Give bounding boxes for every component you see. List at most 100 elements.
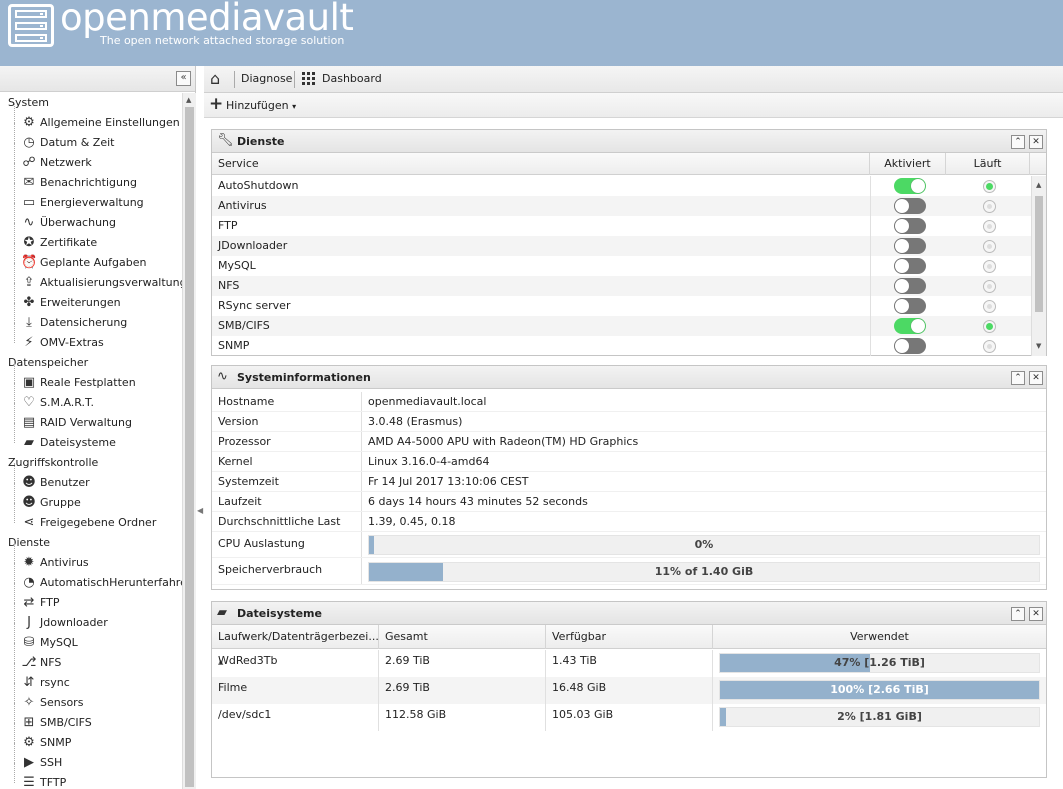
add-widget-button[interactable]: + Hinzufügen ▾ bbox=[208, 96, 296, 114]
sidebar-item[interactable]: ☍ Netzwerk bbox=[0, 143, 182, 173]
network-icon: ☍ bbox=[22, 155, 36, 170]
services-scrollbar[interactable]: ▲ ▼ bbox=[1031, 176, 1046, 356]
collapse-panel-icon[interactable]: ⌃ bbox=[1011, 135, 1025, 149]
enabled-toggle[interactable] bbox=[894, 218, 926, 234]
sidebar-item[interactable]: ▣ Reale Festplatten bbox=[0, 363, 182, 393]
service-row[interactable]: FTP bbox=[212, 216, 1031, 236]
sidebar-item[interactable]: J Jdownloader bbox=[0, 603, 182, 633]
collapse-panel-icon[interactable]: ⌃ bbox=[1011, 371, 1025, 385]
column-device-label: Laufwerk/Datenträgerbezei... bbox=[218, 630, 379, 643]
column-total[interactable]: Gesamt bbox=[379, 625, 546, 649]
sidebar-item[interactable]: ▰ Dateisysteme bbox=[0, 423, 182, 453]
sidebar-scrollbar[interactable]: ▲ bbox=[182, 93, 196, 789]
column-available[interactable]: Verfügbar bbox=[546, 625, 713, 649]
sidebar-item-label: rsync bbox=[40, 676, 70, 689]
sidebar-item[interactable]: ▤ RAID Verwaltung bbox=[0, 403, 182, 433]
sidebar-item[interactable]: ⊞ SMB/CIFS bbox=[0, 703, 182, 733]
service-row[interactable]: JDownloader bbox=[212, 236, 1031, 256]
filesystem-row[interactable]: WdRed3Tb 2.69 TiB 1.43 TiB 47% [1.26 TiB] bbox=[212, 650, 1046, 677]
sidebar-item[interactable]: ⤓ Datensicherung bbox=[0, 303, 182, 333]
nav-group-2[interactable]: Zugriffskontrolle bbox=[0, 453, 182, 473]
service-row[interactable]: RSync server bbox=[212, 296, 1031, 316]
collapse-panel-icon[interactable]: ⌃ bbox=[1011, 607, 1025, 621]
sidebar-item[interactable]: ⚡ OMV-Extras bbox=[0, 323, 182, 353]
enabled-toggle[interactable] bbox=[894, 258, 926, 274]
sidebar-splitter[interactable]: ◀ bbox=[196, 66, 204, 789]
scroll-up-icon[interactable]: ▲ bbox=[186, 96, 191, 104]
service-row[interactable]: Antivirus bbox=[212, 196, 1031, 216]
sidebar-item[interactable]: ☻ Gruppe bbox=[0, 483, 182, 513]
column-service[interactable]: Service bbox=[212, 153, 870, 175]
sidebar-item-label: Sensors bbox=[40, 696, 84, 709]
sidebar-item[interactable]: ⚙ Allgemeine Einstellungen bbox=[0, 103, 182, 133]
enabled-toggle[interactable] bbox=[894, 198, 926, 214]
sidebar-item[interactable]: ▶ SSH bbox=[0, 743, 182, 773]
filesystem-available: 16.48 GiB bbox=[546, 677, 713, 704]
scroll-down-icon[interactable]: ▼ bbox=[1036, 342, 1041, 350]
sidebar-item[interactable]: ✹ Antivirus bbox=[0, 543, 182, 573]
sidebar-item[interactable]: ⇵ rsync bbox=[0, 663, 182, 693]
service-row[interactable]: AutoShutdown bbox=[212, 176, 1031, 196]
sidebar-item[interactable]: ⇪ Aktualisierungsverwaltung bbox=[0, 263, 182, 293]
filesystems-panel: ▰ Dateisysteme ⌃ ✕ Laufwerk/Datenträgerb… bbox=[211, 601, 1047, 778]
gears-icon: ⚙ bbox=[23, 115, 35, 130]
service-row[interactable]: MySQL bbox=[212, 256, 1031, 276]
service-row[interactable]: SMB/CIFS bbox=[212, 316, 1031, 336]
certificate-icon: ✪ bbox=[23, 235, 35, 250]
sidebar-item[interactable]: ✉ Benachrichtigung bbox=[0, 163, 182, 193]
services-scroll-thumb[interactable] bbox=[1035, 196, 1043, 312]
close-panel-icon[interactable]: ✕ bbox=[1029, 135, 1043, 149]
scroll-up-icon[interactable]: ▲ bbox=[1036, 181, 1041, 189]
sidebar-item[interactable]: ☻ Benutzer bbox=[0, 463, 182, 493]
enabled-toggle[interactable] bbox=[894, 238, 926, 254]
column-running[interactable]: Läuft bbox=[946, 153, 1030, 175]
sysinfo-row: Prozessor AMD A4-5000 APU with Radeon(TM)… bbox=[212, 432, 1046, 452]
services-panel: 🔧︎ Dienste ⌃ ✕ Service Aktiviert Läuft A… bbox=[211, 129, 1047, 356]
sidebar-item[interactable]: ✧ Sensors bbox=[0, 683, 182, 713]
services-grid-header: Service Aktiviert Läuft bbox=[212, 153, 1046, 175]
breadcrumb-diagnose[interactable]: Diagnose bbox=[241, 72, 292, 85]
nav-group-0[interactable]: System bbox=[0, 93, 182, 113]
sidebar-item[interactable]: ◷ Datum & Zeit bbox=[0, 123, 182, 153]
enabled-toggle[interactable] bbox=[894, 278, 926, 294]
close-panel-icon[interactable]: ✕ bbox=[1029, 607, 1043, 621]
enabled-toggle[interactable] bbox=[894, 298, 926, 314]
close-panel-icon[interactable]: ✕ bbox=[1029, 371, 1043, 385]
sidebar-item[interactable]: ✤ Erweiterungen bbox=[0, 283, 182, 313]
sidebar-item[interactable]: ⇄ FTP bbox=[0, 583, 182, 613]
sidebar-item[interactable]: ◔ AutomatischHerunterfahren bbox=[0, 563, 182, 593]
sidebar-item[interactable]: ⛁ MySQL bbox=[0, 623, 182, 653]
running-status-icon bbox=[983, 200, 996, 213]
filesystem-row[interactable]: /dev/sdc1 112.58 GiB 105.03 GiB 2% [1.81 Gi… bbox=[212, 704, 1046, 731]
enabled-toggle[interactable] bbox=[894, 178, 926, 194]
collapse-sidebar-button[interactable]: « bbox=[176, 71, 191, 86]
sidebar-item[interactable]: ⎇ NFS bbox=[0, 643, 182, 673]
sidebar-item[interactable]: ✪ Zertifikate bbox=[0, 223, 182, 253]
sidebar-item[interactable]: ∿ Überwachung bbox=[0, 203, 182, 233]
column-enabled[interactable]: Aktiviert bbox=[870, 153, 946, 175]
nav-group-1[interactable]: Datenspeicher bbox=[0, 353, 182, 373]
filesystem-row[interactable]: Filme 2.69 TiB 16.48 GiB 100% [2.66 TiB] bbox=[212, 677, 1046, 704]
sidebar-item[interactable]: ⚙ SNMP bbox=[0, 723, 182, 753]
sidebar-item[interactable]: ▭ Energieverwaltung bbox=[0, 183, 182, 213]
memory-progress-bar: 11% of 1.40 GiB bbox=[368, 562, 1040, 582]
services-grid-body: AutoShutdown Antivirus FTP JDownloader MySQL… bbox=[212, 176, 1031, 356]
column-device[interactable]: Laufwerk/Datenträgerbezei... ▲ bbox=[212, 625, 379, 666]
sidebar-item[interactable]: ⏰ Geplante Aufgaben bbox=[0, 243, 182, 273]
sidebar-scroll-thumb[interactable] bbox=[185, 107, 194, 787]
splitter-arrow-icon[interactable]: ◀ bbox=[197, 506, 203, 515]
sysinfo-row: Version 3.0.48 (Erasmus) bbox=[212, 412, 1046, 432]
service-name: AutoShutdown bbox=[218, 179, 299, 192]
sidebar-item[interactable]: ♡ S.M.A.R.T. bbox=[0, 383, 182, 413]
service-row[interactable]: SNMP bbox=[212, 336, 1031, 356]
enabled-toggle[interactable] bbox=[894, 318, 926, 334]
enabled-toggle[interactable] bbox=[894, 338, 926, 354]
nav-group-3[interactable]: Dienste bbox=[0, 533, 182, 553]
home-icon[interactable]: ⌂ bbox=[210, 70, 228, 88]
sidebar-item[interactable]: ☰ TFTP bbox=[0, 763, 182, 789]
breadcrumb-dashboard[interactable]: Dashboard bbox=[322, 72, 382, 85]
column-used[interactable]: Verwendet bbox=[713, 625, 1046, 649]
column-divider bbox=[870, 316, 871, 336]
sidebar-item[interactable]: ⋖ Freigegebene Ordner bbox=[0, 503, 182, 533]
service-row[interactable]: NFS bbox=[212, 276, 1031, 296]
